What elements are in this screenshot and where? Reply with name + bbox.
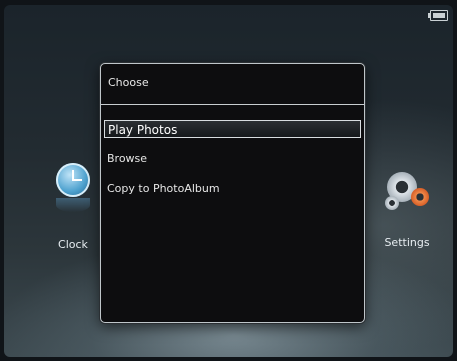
menu-item-play-photos[interactable]: Play Photos [104,120,361,138]
settings-label: Settings [384,236,430,249]
clock-icon [56,163,90,197]
choose-dialog: Choose Play Photos Browse Copy to PhotoA… [100,63,365,323]
photo-frame-screen: Clock Settings Choose Play Photos Browse… [0,0,457,361]
menu-item-copy-to-photoalbum[interactable]: Copy to PhotoAlbum [104,180,361,198]
menu-item-browse[interactable]: Browse [104,150,361,168]
choose-menu: Play Photos Browse Copy to PhotoAlbum [101,120,364,210]
display-area: Clock Settings Choose Play Photos Browse… [4,5,453,357]
settings-menu-item[interactable]: Settings [362,170,452,249]
clock-label: Clock [58,238,88,251]
gear-icon [383,170,431,214]
dialog-title: Choose [108,76,149,89]
dialog-divider [101,104,364,105]
battery-icon [428,10,448,21]
clock-menu-item[interactable]: Clock [44,163,102,251]
clock-icon-reflection [56,198,90,212]
